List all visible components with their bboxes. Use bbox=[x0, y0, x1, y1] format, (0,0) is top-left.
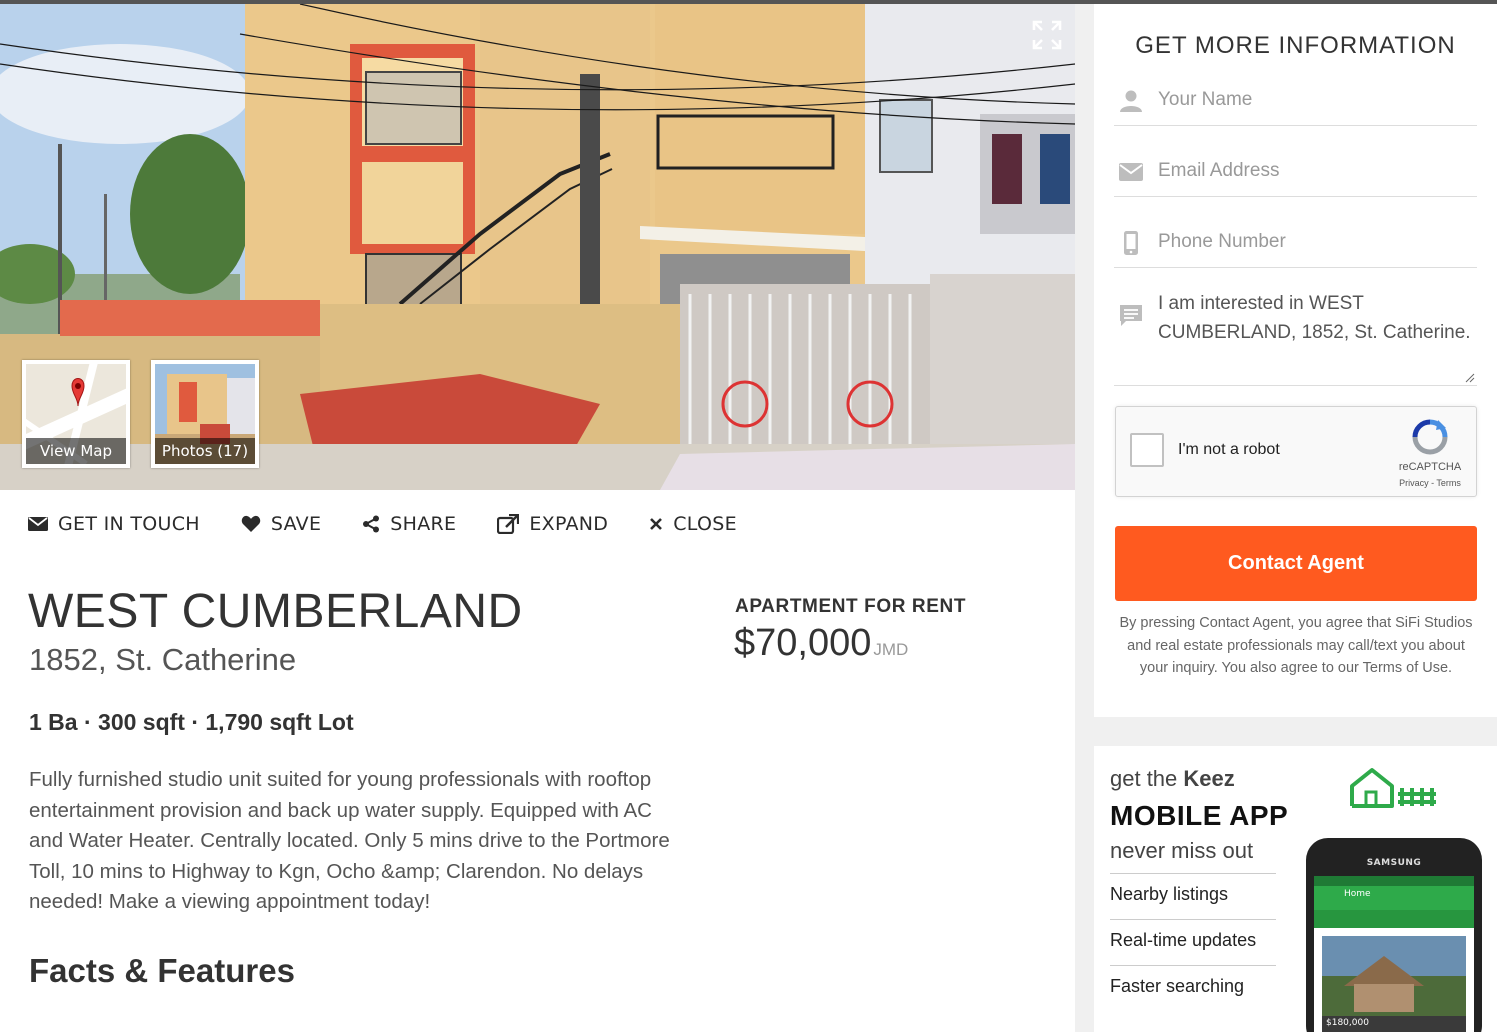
form-title: GET MORE INFORMATION bbox=[1135, 32, 1456, 59]
promo-tagline: never miss out bbox=[1110, 838, 1254, 863]
phone-icon bbox=[1124, 231, 1138, 255]
close-icon bbox=[650, 518, 663, 530]
legal-disclaimer: By pressing Contact Agent, you agree tha… bbox=[1119, 615, 1473, 676]
heart-icon bbox=[241, 515, 261, 532]
external-link-icon bbox=[497, 514, 520, 534]
property-type: APARTMENT FOR RENT bbox=[735, 596, 967, 617]
email-field bbox=[1114, 145, 1477, 197]
phone-brand: SAMSUNG bbox=[1366, 858, 1422, 868]
recaptcha-label: I'm not a robot bbox=[1178, 441, 1280, 458]
envelope-icon bbox=[28, 517, 48, 531]
recaptcha-logo-icon bbox=[1412, 419, 1448, 455]
promo-feature-item: Nearby listings bbox=[1110, 873, 1276, 905]
message-textarea[interactable]: I am interested in WEST CUMBERLAND, 1852… bbox=[1158, 290, 1474, 382]
promo-line1: get the Keez bbox=[1110, 766, 1235, 792]
promo-feature-item: Faster searching bbox=[1110, 965, 1276, 997]
view-map-thumbnail[interactable]: View Map bbox=[22, 360, 130, 468]
recaptcha-checkbox[interactable] bbox=[1130, 433, 1164, 467]
recaptcha-widget: I'm not a robot reCAPTCHA Privacy - Term… bbox=[1115, 406, 1477, 497]
promo-brand: Keez bbox=[1183, 766, 1235, 791]
photos-thumbnail[interactable]: Photos (17) bbox=[151, 360, 259, 468]
promo-headline: MOBILE APP bbox=[1110, 800, 1289, 831]
name-field bbox=[1114, 74, 1477, 126]
person-icon bbox=[1120, 90, 1142, 112]
price-amount: $70,000 bbox=[734, 622, 872, 664]
mobile-app-promo[interactable]: get the Keez MOBILE APP never miss out N… bbox=[1094, 746, 1497, 1032]
message-field: I am interested in WEST CUMBERLAND, 1852… bbox=[1114, 288, 1477, 386]
share-label: SHARE bbox=[390, 513, 457, 535]
listing-stats: 1 Ba · 300 sqft · 1,790 sqft Lot bbox=[29, 709, 354, 735]
expand-label: EXPAND bbox=[529, 513, 609, 535]
promo-prefix: get the bbox=[1110, 766, 1178, 791]
phone-tab-label: Home bbox=[1344, 889, 1371, 899]
fullscreen-icon[interactable] bbox=[1030, 18, 1064, 52]
email-icon bbox=[1119, 163, 1143, 181]
phone-field bbox=[1114, 216, 1477, 268]
facts-features-heading: Facts & Features bbox=[29, 952, 295, 989]
price-currency: JMD bbox=[873, 640, 909, 659]
listing-title: WEST CUMBERLAND bbox=[28, 585, 523, 638]
share-button[interactable]: SHARE bbox=[362, 513, 456, 535]
listing-address: 1852, St. Catherine bbox=[29, 642, 297, 677]
view-map-label: View Map bbox=[26, 438, 126, 464]
phone-price-label: $180,000 bbox=[1326, 1018, 1369, 1028]
get-in-touch-label: GET IN TOUCH bbox=[58, 513, 200, 535]
close-label: CLOSE bbox=[673, 513, 737, 535]
expand-button[interactable]: EXPAND bbox=[497, 513, 608, 535]
listing-price: $70,000 JMD bbox=[734, 622, 908, 665]
email-input[interactable] bbox=[1158, 151, 1468, 191]
keez-house-logo-icon bbox=[1350, 768, 1436, 808]
name-input[interactable] bbox=[1158, 80, 1468, 120]
promo-feature-item: Real-time updates bbox=[1110, 919, 1276, 951]
phone-mockup: SAMSUNG Home $180,000 bbox=[1306, 838, 1482, 1032]
photos-count-label: Photos (17) bbox=[155, 438, 255, 464]
message-icon bbox=[1120, 305, 1142, 326]
contact-form-card: GET MORE INFORMATION I am interested in bbox=[1094, 4, 1497, 717]
recaptcha-terms-link[interactable]: Privacy - Terms bbox=[1386, 478, 1474, 488]
phone-input[interactable] bbox=[1158, 222, 1468, 262]
app-screen-preview bbox=[1314, 876, 1474, 1032]
listing-description: Fully furnished studio unit suited for y… bbox=[29, 768, 670, 913]
get-in-touch-button[interactable]: GET IN TOUCH bbox=[28, 513, 200, 535]
phone-screen: Home $180,000 bbox=[1314, 876, 1474, 1032]
recaptcha-brand: reCAPTCHA bbox=[1398, 461, 1462, 473]
save-label: SAVE bbox=[270, 513, 322, 535]
listing-hero-photo[interactable]: View Map Photos (17) bbox=[0, 4, 1075, 490]
close-button[interactable]: CLOSE bbox=[649, 513, 737, 535]
contact-agent-button[interactable]: Contact Agent bbox=[1115, 526, 1477, 601]
listing-action-bar: GET IN TOUCH SAVE SHARE EXPAND CLOSE bbox=[28, 508, 778, 540]
share-icon bbox=[363, 515, 380, 533]
resize-grip-icon[interactable] bbox=[1465, 373, 1475, 383]
save-button[interactable]: SAVE bbox=[241, 513, 321, 535]
